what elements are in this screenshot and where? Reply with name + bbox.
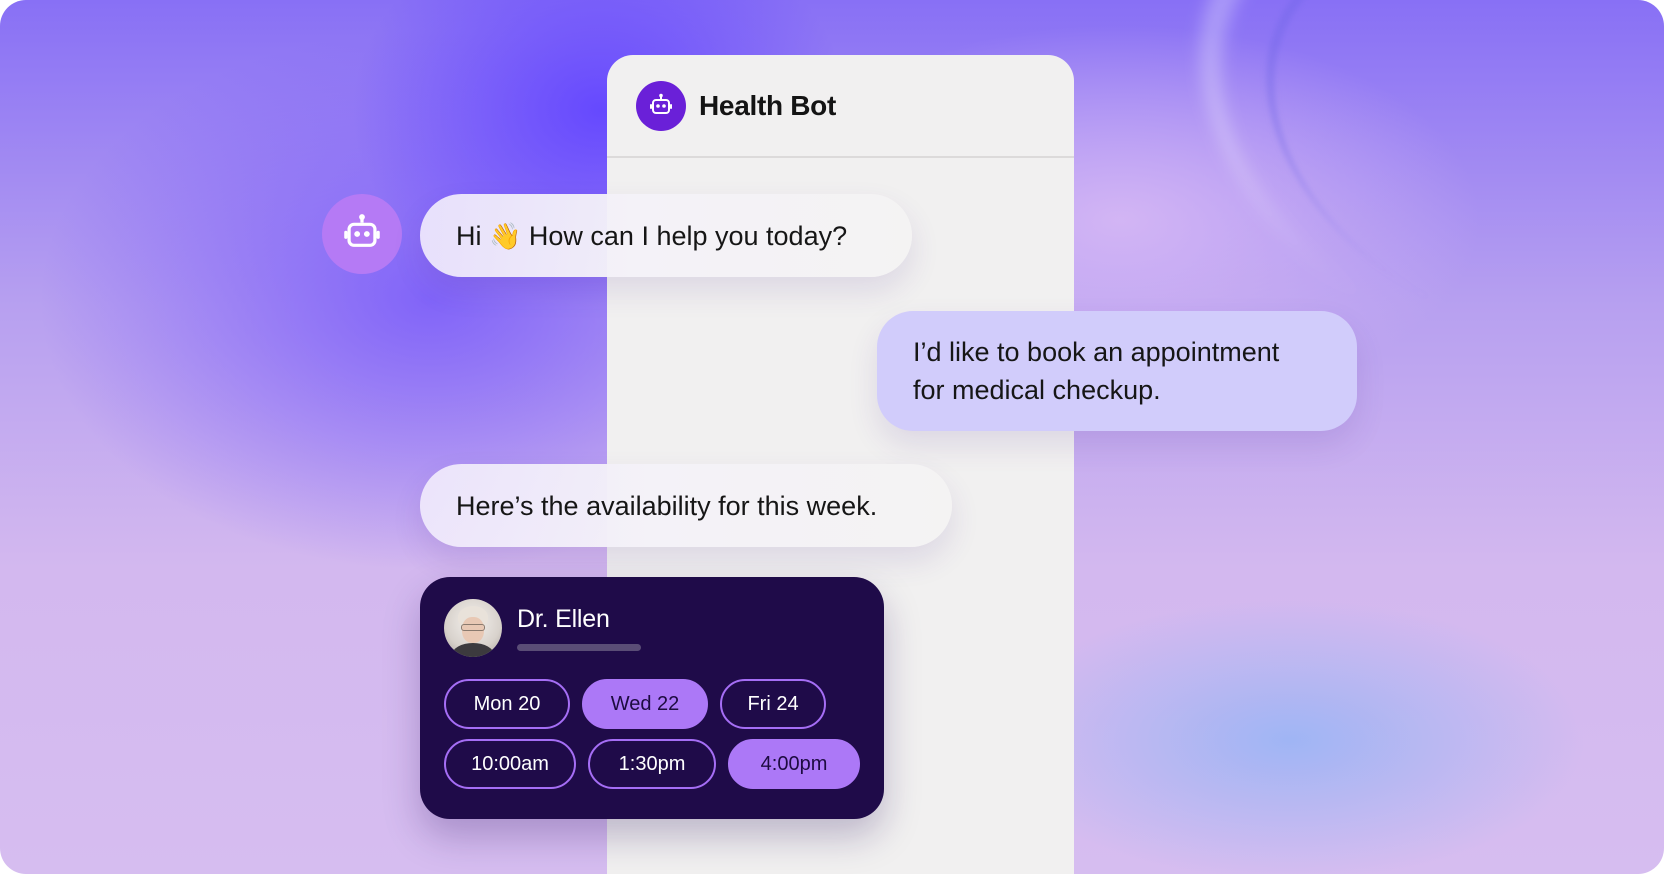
time-slot-1-30pm[interactable]: 1:30pm (588, 739, 716, 789)
user-message-line-1: I’d like to book an appointment (913, 337, 1280, 367)
day-slot-wed-22[interactable]: Wed 22 (582, 679, 708, 729)
day-slot-fri-24[interactable]: Fri 24 (720, 679, 826, 729)
doctor-subtitle-placeholder (517, 644, 641, 651)
bot-avatar-robot-icon (322, 194, 402, 274)
user-message-line-2: for medical checkup. (913, 375, 1161, 405)
day-slot-mon-20[interactable]: Mon 20 (444, 679, 570, 729)
bot-greeting-bubble: Hi 👋 How can I help you today? (420, 194, 912, 277)
time-slot-4-00pm[interactable]: 4:00pm (728, 739, 860, 789)
bot-availability-bubble: Here’s the availability for this week. (420, 464, 952, 547)
waving-hand-icon: 👋 (489, 220, 522, 251)
doctor-header: Dr. Ellen (444, 599, 860, 657)
doctor-info: Dr. Ellen (517, 605, 641, 651)
chat-title: Health Bot (699, 89, 837, 121)
user-message-bubble: I’d like to book an appointment for medi… (877, 311, 1357, 431)
time-slots: 10:00am 1:30pm 4:00pm (444, 739, 860, 789)
doctor-avatar (444, 599, 502, 657)
time-slot-10-00am[interactable]: 10:00am (444, 739, 576, 789)
robot-icon (636, 80, 686, 131)
background: Health Bot Hi 👋 How can I help you today… (0, 0, 1664, 874)
availability-text: Here’s the availability for this week. (456, 490, 878, 521)
chat-header: Health Bot (607, 55, 1074, 158)
greeting-prefix: Hi (456, 220, 482, 251)
appointment-card: Dr. Ellen Mon 20 Wed 22 Fri 24 10:00am 1… (420, 577, 884, 819)
day-slots: Mon 20 Wed 22 Fri 24 (444, 679, 860, 729)
greeting-text: How can I help you today? (528, 220, 848, 251)
doctor-name: Dr. Ellen (517, 605, 610, 633)
